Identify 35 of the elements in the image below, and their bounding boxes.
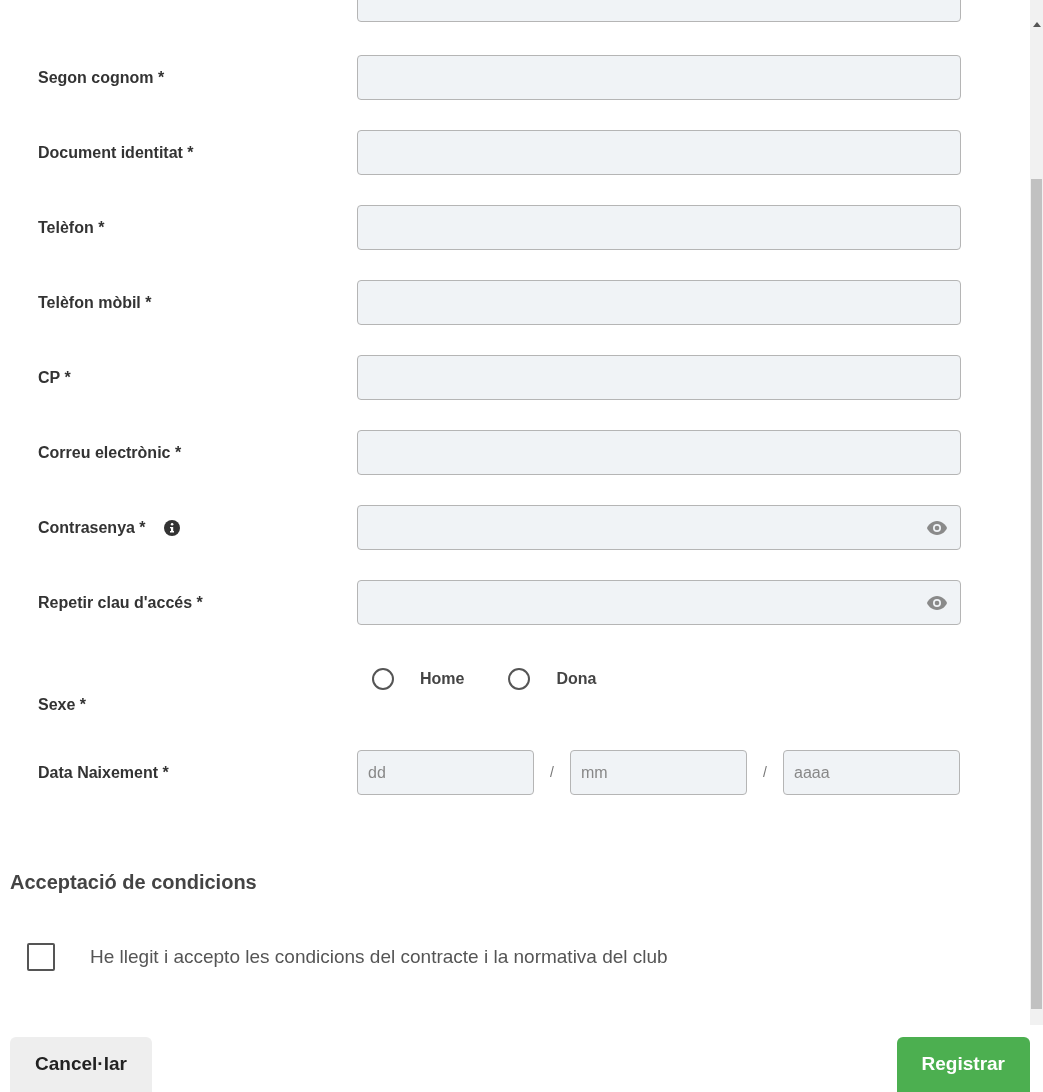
field-label: CP * bbox=[38, 367, 71, 388]
field-label: Document identitat * bbox=[38, 142, 194, 163]
field-label: Telèfon mòbil * bbox=[38, 292, 152, 313]
radio-label[interactable]: Dona bbox=[556, 667, 597, 691]
eye-icon[interactable] bbox=[926, 519, 948, 536]
input-field[interactable]: mm bbox=[570, 750, 747, 795]
field-label: Data Naixement * bbox=[38, 763, 169, 781]
radio-button[interactable] bbox=[372, 668, 394, 690]
input-field[interactable] bbox=[357, 130, 961, 175]
field-label: Repetir clau d'accés * bbox=[38, 592, 203, 613]
input-field[interactable] bbox=[357, 280, 961, 325]
input-field[interactable] bbox=[357, 55, 961, 100]
input-field[interactable] bbox=[357, 355, 961, 400]
section-heading: Acceptació de condicions bbox=[10, 871, 257, 893]
cancel-button[interactable]: Cancel·lar bbox=[10, 1037, 152, 1092]
input-field[interactable] bbox=[357, 430, 961, 475]
date-separator: / bbox=[549, 763, 555, 782]
input-field[interactable] bbox=[357, 205, 961, 250]
input-field[interactable]: dd bbox=[357, 750, 534, 795]
field-label: Correu electrònic * bbox=[38, 442, 182, 463]
info-icon[interactable] bbox=[163, 519, 180, 536]
field-label: Sexe * bbox=[38, 696, 87, 713]
radio-label[interactable]: Home bbox=[420, 667, 465, 691]
radio-button[interactable] bbox=[508, 668, 531, 690]
field-label: Telèfon * bbox=[38, 217, 105, 238]
password-field[interactable] bbox=[357, 505, 961, 550]
input-field[interactable]: aaaa bbox=[783, 750, 960, 795]
checkbox[interactable] bbox=[27, 943, 55, 972]
field-label: Contrasenya * bbox=[38, 517, 146, 538]
field-label: Segon cognom * bbox=[38, 67, 165, 88]
eye-icon[interactable] bbox=[926, 594, 948, 611]
conditions-text: He llegit i accepto les condicions del contracte i la normativa del club bbox=[90, 945, 668, 969]
password-field[interactable] bbox=[357, 580, 961, 625]
date-separator: / bbox=[762, 763, 768, 782]
scrollbar[interactable] bbox=[1030, 0, 1043, 1025]
